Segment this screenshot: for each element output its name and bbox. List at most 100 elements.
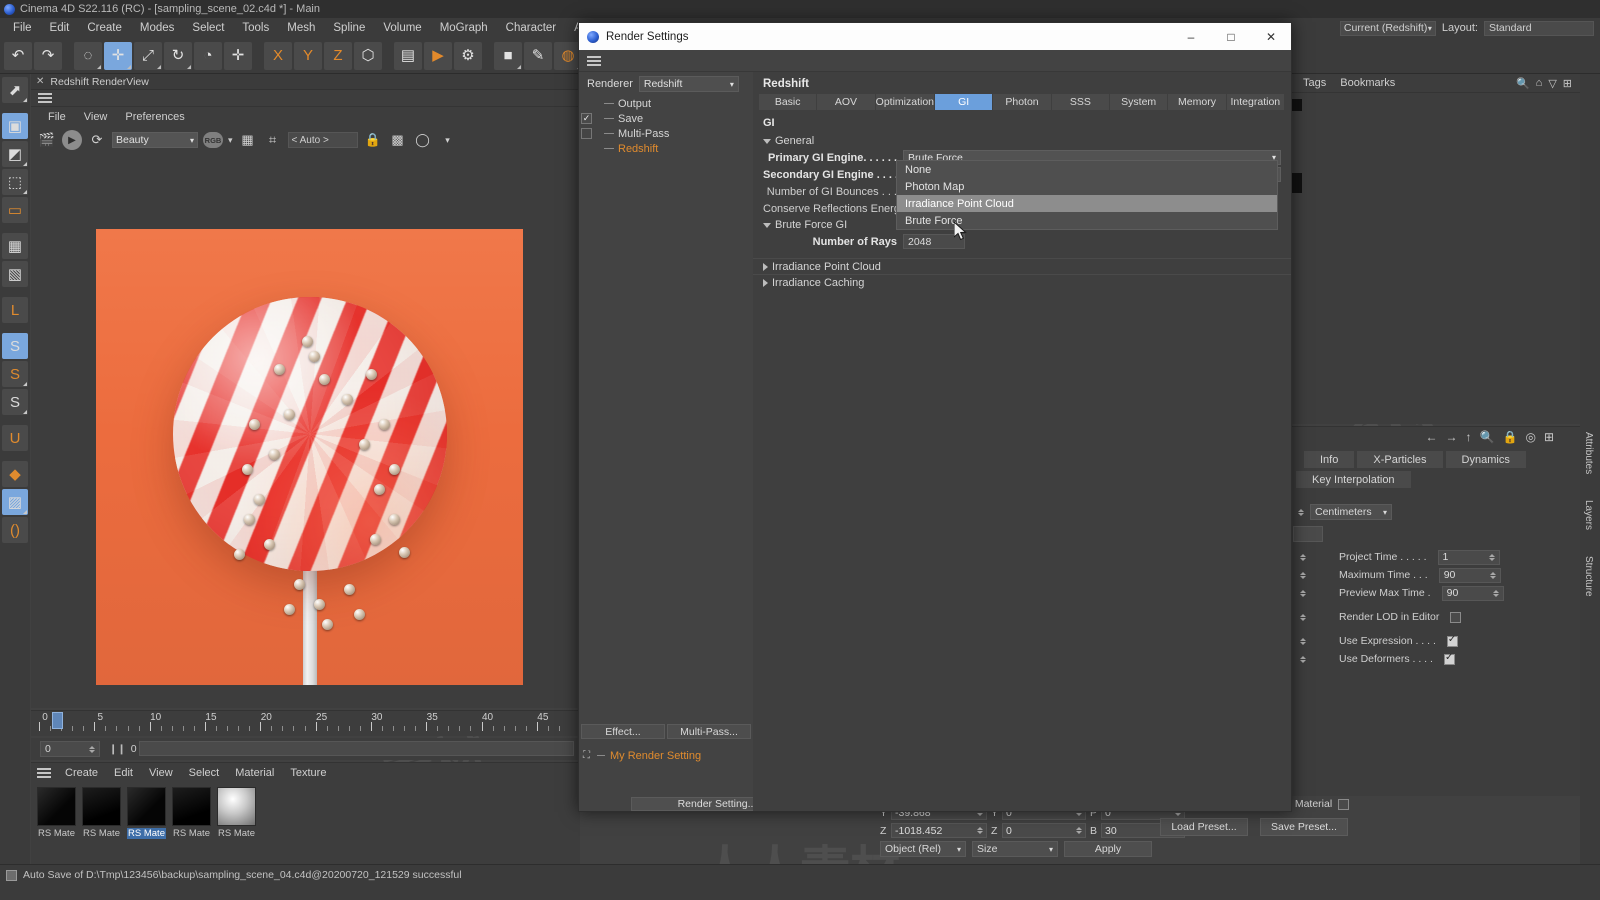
render-settings-tab-basic[interactable]: Basic xyxy=(759,94,818,110)
grid-icon[interactable]: ▦ xyxy=(238,130,258,150)
attribute-value-field[interactable]: 90 xyxy=(1441,585,1504,601)
undo-button[interactable]: ↶ xyxy=(4,41,32,70)
group-general[interactable]: General xyxy=(753,133,1291,149)
minimize-button[interactable]: – xyxy=(1171,23,1211,50)
forward-arrow-icon[interactable]: → xyxy=(1446,430,1458,444)
attribute-checkbox[interactable] xyxy=(1446,634,1458,647)
maximize-button[interactable]: □ xyxy=(1211,23,1251,50)
timeline-playhead[interactable] xyxy=(52,712,63,729)
attribute-checkbox[interactable] xyxy=(1443,652,1455,665)
magnet-tool-icon[interactable]: U xyxy=(2,425,28,451)
attribute-checkbox[interactable] xyxy=(1450,611,1462,623)
load-preset-button[interactable]: Load Preset... xyxy=(1160,818,1248,836)
cube-primitive[interactable]: ■ xyxy=(494,41,522,70)
add-icon[interactable]: ⊞ xyxy=(1544,430,1554,444)
planar-workplane-icon[interactable]: () xyxy=(2,517,28,543)
material-menu-material[interactable]: Material xyxy=(227,767,282,779)
node-material-checkbox[interactable] xyxy=(1338,798,1350,810)
material-menu-create[interactable]: Create xyxy=(57,767,106,779)
close-icon[interactable]: ✕ xyxy=(36,76,44,87)
renderer-dropdown[interactable]: Redshift ▾ xyxy=(638,76,739,92)
save-preset-button[interactable]: Save Preset... xyxy=(1260,818,1348,836)
polygon-mode-icon[interactable]: ◩ xyxy=(2,141,28,167)
menu-spline[interactable]: Spline xyxy=(324,18,374,38)
model-mode-icon[interactable]: ▦ xyxy=(2,233,28,259)
render-settings-tab-optimization[interactable]: Optimization xyxy=(875,94,936,110)
attribute-value-field[interactable]: 1 xyxy=(1437,549,1500,565)
render-setting-tree-node[interactable]: Multi-Pass xyxy=(581,126,753,141)
spline-pen[interactable]: ✎ xyxy=(524,41,552,70)
attributes-tab-dynamics[interactable]: Dynamics xyxy=(1445,451,1526,468)
multipass-button[interactable]: Multi-Pass... xyxy=(667,724,751,739)
renderview-menu-preferences[interactable]: Preferences xyxy=(116,111,193,123)
row-spinner[interactable] xyxy=(1300,655,1306,663)
units-spinner[interactable] xyxy=(1298,508,1304,516)
value-spinner[interactable] xyxy=(1488,553,1495,561)
snap-enable-icon[interactable]: S xyxy=(2,333,28,359)
units-dropdown[interactable]: Centimeters ▾ xyxy=(1310,504,1392,520)
close-button[interactable]: ✕ xyxy=(1251,23,1291,50)
menu-edit[interactable]: Edit xyxy=(41,18,79,38)
group-irradiance-caching[interactable]: Irradiance Caching xyxy=(753,274,1291,290)
dropdown-option-photon-map[interactable]: Photon Map xyxy=(897,178,1277,195)
up-arrow-icon[interactable]: ↑ xyxy=(1466,430,1472,444)
color-swatch-field[interactable] xyxy=(1293,526,1323,542)
point-mode-icon[interactable]: ⬚ xyxy=(2,169,28,195)
tree-node-checkbox[interactable] xyxy=(581,128,592,139)
material-item[interactable]: RS Mate xyxy=(127,787,166,839)
attributes-tab-key-interpolation[interactable]: Key Interpolation xyxy=(1296,471,1411,488)
render-setting-tree-node[interactable]: Output xyxy=(581,96,753,111)
renderview-tab-label[interactable]: Redshift RenderView xyxy=(50,76,148,88)
rotate-tool[interactable]: ↻ xyxy=(164,41,192,70)
edge-mode-icon[interactable]: ▭ xyxy=(2,197,28,223)
live-selection-tool[interactable]: ◌ xyxy=(74,41,102,70)
menu-character[interactable]: Character xyxy=(497,18,566,38)
renderview-menu-file[interactable]: File xyxy=(39,111,75,123)
redo-button[interactable]: ↷ xyxy=(34,41,62,70)
object-mode-icon[interactable]: ▣ xyxy=(2,113,28,139)
renderview-menu-view[interactable]: View xyxy=(75,111,117,123)
timeline-ruler[interactable]: 0 5 10 15 20 25 30 35 40 45 xyxy=(31,710,580,736)
tree-node-checkbox[interactable]: ✓ xyxy=(581,113,592,124)
menu-mograph[interactable]: MoGraph xyxy=(431,18,497,38)
snap-quantize-icon[interactable]: S xyxy=(2,389,28,415)
coordinate-field[interactable]: -1018.452 xyxy=(891,823,987,838)
add-icon[interactable]: ⊞ xyxy=(1563,77,1572,90)
lock-icon[interactable]: 🔒 xyxy=(1503,430,1518,444)
row-spinner[interactable] xyxy=(1300,571,1306,579)
group-irradiance-point-cloud[interactable]: Irradiance Point Cloud xyxy=(753,258,1291,274)
render-settings-tab-aov[interactable]: AOV xyxy=(817,94,876,110)
attribute-value-field[interactable]: 90 xyxy=(1438,567,1501,583)
dropdown-option-irradiance-point-cloud[interactable]: Irradiance Point Cloud xyxy=(897,195,1277,212)
render-settings-tab-system[interactable]: System xyxy=(1110,94,1169,110)
material-item[interactable]: RS Mate xyxy=(217,787,256,839)
current-renderer-dropdown[interactable]: Current (Redshift) ▾ xyxy=(1339,20,1436,36)
pixel-grid-icon[interactable]: ▩ xyxy=(388,130,408,150)
row-spinner[interactable] xyxy=(1300,553,1306,561)
tool-pointer-icon[interactable]: ⬈ xyxy=(2,77,28,103)
row-spinner[interactable] xyxy=(1300,589,1306,597)
timeline-scrollbar[interactable] xyxy=(139,741,574,756)
render-settings-tab-integration[interactable]: Integration xyxy=(1226,94,1285,110)
menu-select[interactable]: Select xyxy=(183,18,233,38)
attributes-tab-info[interactable]: Info xyxy=(1304,451,1355,468)
coordinate-size-dropdown[interactable]: Size ▾ xyxy=(972,841,1058,857)
material-menu-select[interactable]: Select xyxy=(181,767,228,779)
chevron-down-icon[interactable]: ▾ xyxy=(228,135,233,146)
snap-settings-icon[interactable]: S xyxy=(2,361,28,387)
z-axis-lock[interactable]: Z xyxy=(324,41,352,70)
aov-dropdown[interactable]: Beauty ▾ xyxy=(112,132,198,148)
hamburger-icon[interactable] xyxy=(37,768,51,778)
vertical-tab-layers[interactable]: Layers xyxy=(1580,492,1597,538)
filter-icon[interactable]: ▽ xyxy=(1548,77,1556,90)
film-icon[interactable]: 🎬 xyxy=(37,130,57,150)
add-object-tool[interactable]: ✛ xyxy=(224,41,252,70)
axis-mode-icon[interactable]: L xyxy=(2,297,28,323)
circle-icon[interactable]: ◯ xyxy=(413,130,433,150)
render-settings-button[interactable]: ⚙ xyxy=(454,41,482,70)
parametric-tool[interactable]: ◔ xyxy=(194,41,222,70)
material-item[interactable]: RS Mate xyxy=(37,787,76,839)
back-arrow-icon[interactable]: ← xyxy=(1426,430,1438,444)
hamburger-icon[interactable] xyxy=(587,55,601,66)
pause-icon[interactable]: ❙❙ xyxy=(109,744,126,755)
